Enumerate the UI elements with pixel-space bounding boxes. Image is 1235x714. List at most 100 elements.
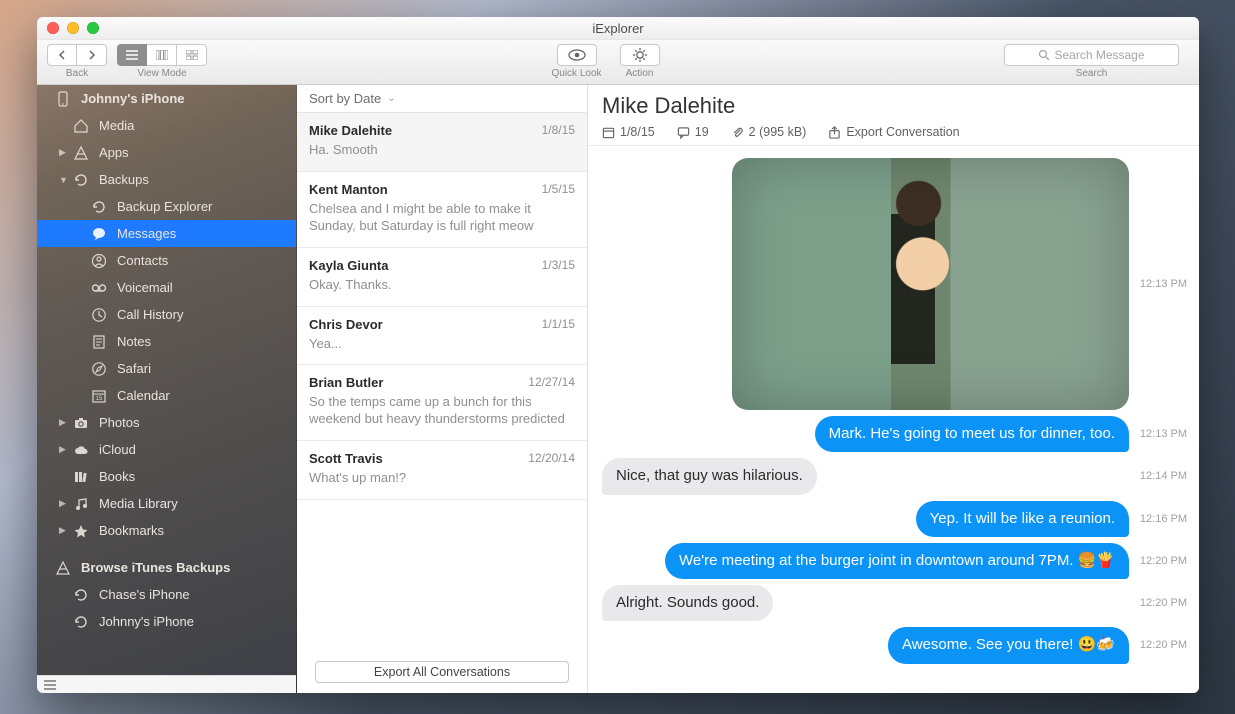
- conversation-date: 1/3/15: [542, 258, 575, 272]
- sidebar-backup-johnny[interactable]: Johnny's iPhone: [37, 608, 296, 635]
- viewmode-list-button[interactable]: [117, 44, 147, 66]
- camera-icon: [73, 415, 89, 431]
- toolbar: Back View Mode Quick L: [37, 40, 1199, 85]
- svg-text:15: 15: [96, 396, 103, 402]
- sidebar-item-label: Apps: [99, 145, 129, 160]
- sort-bar[interactable]: Sort by Date ⌄: [297, 85, 587, 113]
- action-toolgroup: Action: [620, 44, 660, 79]
- star-icon: [73, 523, 89, 539]
- notes-icon: [91, 334, 107, 350]
- disclosure-triangle-icon[interactable]: ▶: [59, 417, 66, 428]
- quicklook-button[interactable]: [557, 44, 597, 66]
- message-photo[interactable]: [732, 158, 1129, 410]
- viewmode-grid-button[interactable]: [177, 44, 207, 66]
- message-bubble-outgoing[interactable]: Mark. He's going to meet us for dinner, …: [815, 416, 1129, 452]
- sidebar-item-media-library[interactable]: ▶ Media Library: [37, 490, 296, 517]
- conversation-preview: Okay. Thanks.: [309, 277, 575, 294]
- sidebar: Johnny's iPhone Media ▶ Apps ▼ Backups B…: [37, 85, 297, 693]
- main-body: Johnny's iPhone Media ▶ Apps ▼ Backups B…: [37, 85, 1199, 693]
- viewmode-columns-button[interactable]: [147, 44, 177, 66]
- export-all-button[interactable]: Export All Conversations: [315, 661, 569, 683]
- disclosure-triangle-icon[interactable]: ▶: [59, 147, 66, 158]
- action-button[interactable]: [620, 44, 660, 66]
- conversation-date: 1/8/15: [542, 123, 575, 137]
- sidebar-item-media[interactable]: Media: [37, 112, 296, 139]
- message-timestamp: 12:20 PM: [1133, 639, 1191, 651]
- sidebar-item-contacts[interactable]: Contacts: [37, 247, 296, 274]
- message-bubble-incoming[interactable]: Nice, that guy was hilarious.: [602, 458, 817, 494]
- messages-icon: [91, 226, 107, 242]
- calendar-icon: 15: [91, 388, 107, 404]
- forward-button[interactable]: [77, 44, 107, 66]
- message-bubble-outgoing[interactable]: Yep. It will be like a reunion.: [916, 501, 1129, 537]
- conversation-item[interactable]: Mike Dalehite 1/8/15 Ha. Smooth: [297, 113, 587, 172]
- sidebar-item-voicemail[interactable]: Voicemail: [37, 274, 296, 301]
- message-bubble-incoming[interactable]: Alright. Sounds good.: [602, 585, 773, 621]
- disclosure-triangle-icon[interactable]: ▼: [59, 175, 68, 185]
- conversation-date: 12/20/14: [528, 451, 575, 465]
- sidebar-item-label: Voicemail: [117, 280, 173, 295]
- conversation-item[interactable]: Brian Butler 12/27/14 So the temps came …: [297, 365, 587, 441]
- search-input[interactable]: Search Message: [1004, 44, 1179, 66]
- export-conversation-button[interactable]: Export Conversation: [828, 125, 959, 139]
- conversation-preview: What's up man!?: [309, 470, 575, 487]
- sidebar-item-label: Johnny's iPhone: [99, 614, 194, 629]
- conversation-item[interactable]: Chris Devor 1/1/15 Yea...: [297, 307, 587, 366]
- sidebar-item-calendar[interactable]: 15 Calendar: [37, 382, 296, 409]
- message-thread[interactable]: 12:13 PM Mark. He's going to meet us for…: [588, 146, 1199, 693]
- sidebar-backup-chase[interactable]: Chase's iPhone: [37, 581, 296, 608]
- music-icon: [73, 496, 89, 512]
- sidebar-item-notes[interactable]: Notes: [37, 328, 296, 355]
- sidebar-item-label: Books: [99, 469, 135, 484]
- viewmode-toolgroup: View Mode: [117, 44, 207, 79]
- back-toolgroup: Back: [47, 44, 107, 79]
- meta-count: 19: [677, 125, 709, 139]
- message-timestamp: 12:20 PM: [1133, 555, 1191, 567]
- conversation-item[interactable]: Scott Travis 12/20/14 What's up man!?: [297, 441, 587, 500]
- apps-icon: [73, 145, 89, 161]
- detail-title: Mike Dalehite: [602, 93, 1185, 119]
- message-bubble-outgoing[interactable]: We're meeting at the burger joint in dow…: [665, 543, 1129, 579]
- sidebar-device[interactable]: Johnny's iPhone: [37, 85, 296, 112]
- menu-icon[interactable]: [43, 678, 57, 692]
- sidebar-browse-label: Browse iTunes Backups: [81, 560, 230, 575]
- conversation-item[interactable]: Kent Manton 1/5/15 Chelsea and I might b…: [297, 172, 587, 248]
- message-timestamp: 12:14 PM: [1133, 470, 1191, 482]
- zoom-window-button[interactable]: [87, 22, 99, 34]
- sidebar-item-backups[interactable]: ▼ Backups: [37, 166, 296, 193]
- search-placeholder: Search Message: [1054, 48, 1144, 62]
- sidebar-item-label: Media Library: [99, 496, 178, 511]
- apps-icon: [55, 560, 71, 576]
- close-window-button[interactable]: [47, 22, 59, 34]
- message-row: Yep. It will be like a reunion. 12:16 PM: [596, 501, 1191, 537]
- viewmode-label: View Mode: [137, 68, 186, 79]
- sidebar-item-label: Notes: [117, 334, 151, 349]
- conversation-name: Kent Manton: [309, 182, 575, 197]
- search-toolgroup: Search Message Search: [1004, 44, 1179, 79]
- action-label: Action: [626, 68, 654, 79]
- sidebar-item-label: Messages: [117, 226, 176, 241]
- sidebar-item-bookmarks[interactable]: ▶ Bookmarks: [37, 517, 296, 544]
- conversation-item[interactable]: Kayla Giunta 1/3/15 Okay. Thanks.: [297, 248, 587, 307]
- sidebar-item-safari[interactable]: Safari: [37, 355, 296, 382]
- disclosure-triangle-icon[interactable]: ▶: [59, 498, 66, 509]
- back-button[interactable]: [47, 44, 77, 66]
- quicklook-toolgroup: Quick Look: [551, 44, 601, 79]
- sidebar-item-messages[interactable]: Messages: [37, 220, 296, 247]
- detail-header: Mike Dalehite 1/8/15 19 2 (995 kB): [588, 85, 1199, 146]
- contacts-icon: [91, 253, 107, 269]
- message-bubble-outgoing[interactable]: Awesome. See you there! 😃🍻: [888, 627, 1129, 663]
- disclosure-triangle-icon[interactable]: ▶: [59, 525, 66, 536]
- sidebar-item-apps[interactable]: ▶ Apps: [37, 139, 296, 166]
- sidebar-item-label: Chase's iPhone: [99, 587, 190, 602]
- window-title: iExplorer: [37, 21, 1199, 36]
- message-timestamp: 12:20 PM: [1133, 597, 1191, 609]
- conversation-date: 12/27/14: [528, 375, 575, 389]
- sidebar-item-photos[interactable]: ▶ Photos: [37, 409, 296, 436]
- sidebar-item-call-history[interactable]: Call History: [37, 301, 296, 328]
- minimize-window-button[interactable]: [67, 22, 79, 34]
- sidebar-item-icloud[interactable]: ▶ iCloud: [37, 436, 296, 463]
- sidebar-item-backup-explorer[interactable]: Backup Explorer: [37, 193, 296, 220]
- sidebar-item-books[interactable]: Books: [37, 463, 296, 490]
- disclosure-triangle-icon[interactable]: ▶: [59, 444, 66, 455]
